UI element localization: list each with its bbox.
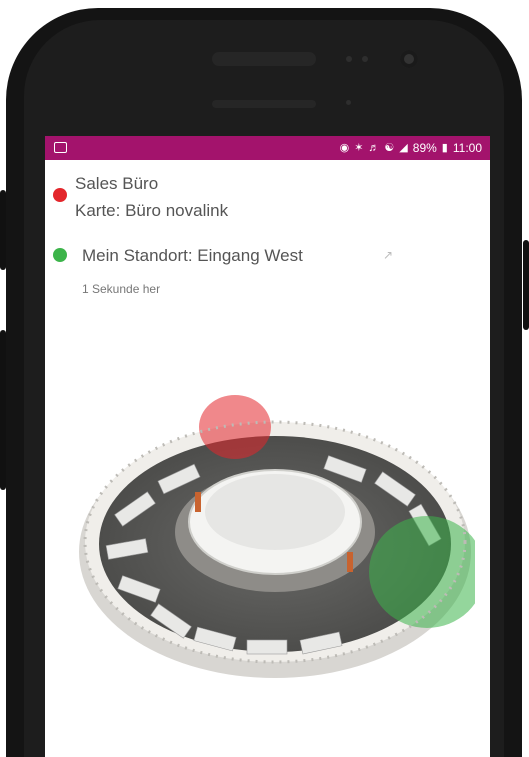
target-marker-dot <box>53 188 67 202</box>
door-accent <box>195 492 201 512</box>
front-camera <box>400 50 418 68</box>
target-zone[interactable] <box>199 395 271 459</box>
proximity-sensor <box>346 56 352 62</box>
target-title[interactable]: Sales Büro <box>75 174 158 194</box>
signal-icon: ◢ <box>399 142 408 154</box>
status-bar: ◉ ✶ ♬ ☯ ◢ 89% ▮ 11:00 <box>45 136 490 160</box>
mute-icon: ♬ <box>368 142 380 154</box>
sensor-dot <box>346 100 351 105</box>
door-accent <box>347 552 353 572</box>
battery-icon: ▮ <box>441 142 448 154</box>
earpiece-grille <box>212 100 316 108</box>
page: ◉ ✶ ♬ ☯ ◢ 89% ▮ 11:00 Sales Büro Karte: … <box>0 0 529 757</box>
location-icon: ◉ <box>339 142 350 154</box>
status-time: 11:00 <box>452 141 482 155</box>
app-screen: ◉ ✶ ♬ ☯ ◢ 89% ▮ 11:00 Sales Büro Karte: … <box>45 136 490 757</box>
floorplan-map[interactable] <box>75 382 475 682</box>
battery-percentage: 89% <box>412 141 437 155</box>
light-sensor <box>362 56 368 62</box>
status-icons: ◉ ✶ ♬ ☯ ◢ 89% ▮ 11:00 <box>340 140 482 156</box>
power-button <box>523 240 529 330</box>
my-location-label[interactable]: Mein Standort: Eingang West <box>82 246 303 266</box>
bluetooth-icon: ✶ <box>354 142 364 154</box>
side-key <box>0 330 6 490</box>
map-label: Karte: Büro novalink <box>75 201 229 220</box>
volume-button <box>0 190 6 270</box>
chevron-icon[interactable]: ↗ <box>383 248 393 262</box>
my-location-marker-dot <box>53 248 67 262</box>
app-notification-icon <box>54 142 67 153</box>
wifi-icon: ☯ <box>384 142 395 154</box>
earpiece-speaker <box>212 52 316 66</box>
meeting-room-top <box>205 474 345 550</box>
last-update-time: 1 Sekunde her <box>82 282 161 296</box>
